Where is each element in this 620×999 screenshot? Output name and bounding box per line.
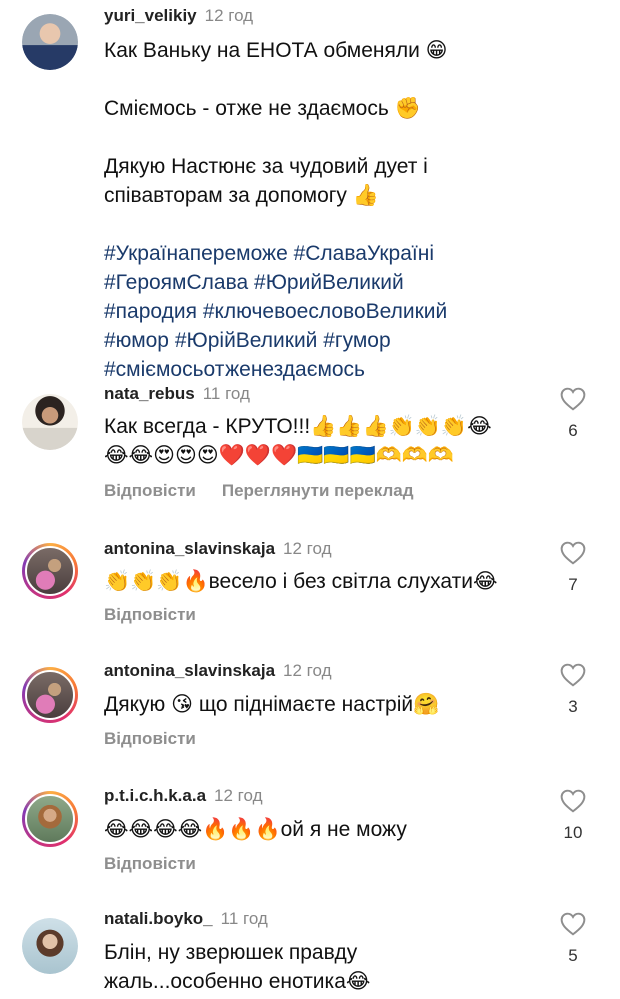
comment-text: Как всегда - КРУТО!!!👍👍👍👏👏👏😂 😂😂😍😍😍❤️❤️❤️…: [104, 412, 544, 470]
timestamp: 12 год: [283, 661, 332, 680]
comment-text: Блін, ну зверюшек правду жаль...особенно…: [104, 938, 544, 996]
comment-line: Как всегда - КРУТО!!!👍👍👍👏👏👏😂: [104, 415, 492, 438]
caption-text: Как Ваньку на ЕНОТА обменяли 😁 Сміємось …: [104, 36, 584, 384]
avatar[interactable]: [22, 791, 78, 847]
caption-line: співавторам за допомогу 👍: [104, 184, 379, 207]
comment-line: 😂😂😂😂🔥🔥🔥ой я не можу: [104, 818, 407, 841]
timestamp: 12 год: [214, 786, 263, 805]
username[interactable]: antonina_slavinskaja: [104, 539, 275, 558]
reply-button[interactable]: Відповісти: [104, 854, 196, 873]
username[interactable]: antonina_slavinskaja: [104, 661, 275, 680]
username[interactable]: yuri_velikiy: [104, 6, 197, 25]
reply-button[interactable]: Відповісти: [104, 729, 196, 748]
comment-item: antonina_slavinskaja 12 год 👏👏👏🔥весело і …: [0, 535, 620, 635]
like-button[interactable]: 7: [558, 541, 588, 595]
timestamp: 12 год: [283, 539, 332, 558]
hashtag-line[interactable]: #Українапереможе #СлаваУкраїні: [104, 239, 584, 268]
comment-item: p.t.i.c.h.k.a.a 12 год 😂😂😂😂🔥🔥🔥ой я не мож…: [0, 784, 620, 884]
like-button[interactable]: 3: [558, 663, 588, 717]
avatar[interactable]: [22, 667, 78, 723]
comment-line: 😂😂😍😍😍❤️❤️❤️🇺🇦🇺🇦🇺🇦🫶🫶🫶: [104, 444, 455, 467]
comment-line: Дякую 😘 що піднімаєте настрій🤗: [104, 693, 440, 716]
like-count: 7: [568, 575, 578, 594]
avatar[interactable]: [22, 14, 78, 70]
like-button[interactable]: 5: [558, 912, 588, 966]
comment-text: Дякую 😘 що піднімаєте настрій🤗: [104, 690, 544, 719]
hashtags: #Українапереможе #СлаваУкраїні #ГероямСл…: [104, 239, 584, 384]
caption-line: Как Ваньку на ЕНОТА обменяли 😁: [104, 39, 448, 62]
like-count: 5: [568, 946, 578, 965]
heart-outline-icon[interactable]: [560, 541, 586, 565]
comment-line: Блін, ну зверюшек правду: [104, 941, 358, 964]
caption-line: Дякую Настюнє за чудовий дует і: [104, 155, 428, 178]
caption-line: Сміємось - отже не здаємось ✊: [104, 97, 421, 120]
comment-actions: Відповісти: [104, 854, 196, 874]
timestamp: 11 год: [202, 384, 250, 403]
hashtag-line[interactable]: #юмор #ЮрійВеликий #гумор: [104, 326, 584, 355]
hashtag-line[interactable]: #пародия #ключевоесловоВеликий: [104, 297, 584, 326]
comment-text: 😂😂😂😂🔥🔥🔥ой я не можу: [104, 815, 544, 844]
comment-meta: yuri_velikiy 12 год: [104, 6, 253, 26]
like-count: 10: [563, 823, 583, 842]
avatar[interactable]: [22, 394, 78, 450]
avatar[interactable]: [22, 918, 78, 974]
heart-outline-icon[interactable]: [560, 912, 586, 936]
comment-text: 👏👏👏🔥весело і без світла слухати😂: [104, 567, 544, 596]
hashtag-line[interactable]: #ГероямСлава #ЮрийВеликий: [104, 268, 584, 297]
comment-meta: p.t.i.c.h.k.a.a 12 год: [104, 786, 263, 806]
comment-item: natali.boyko_ 11 год Блін, ну зверюшек пр…: [0, 908, 620, 999]
comment-line: жаль...особенно енотика😂: [104, 970, 371, 993]
like-count: 6: [568, 421, 578, 440]
see-translation-button[interactable]: Переглянути переклад: [222, 481, 414, 500]
like-button[interactable]: 6: [558, 387, 588, 441]
username[interactable]: p.t.i.c.h.k.a.a: [104, 786, 206, 805]
comment-line: 👏👏👏🔥весело і без світла слухати😂: [104, 570, 498, 593]
comment-actions: Відповісти: [104, 729, 196, 749]
timestamp: 11 год: [220, 909, 268, 928]
username[interactable]: natali.boyko_: [104, 909, 213, 928]
heart-outline-icon[interactable]: [560, 789, 586, 813]
comment-meta: antonina_slavinskaja 12 год: [104, 539, 332, 559]
reply-button[interactable]: Відповісти: [104, 605, 196, 624]
reply-button[interactable]: Відповісти: [104, 481, 196, 500]
username[interactable]: nata_rebus: [104, 384, 195, 403]
avatar[interactable]: [22, 543, 78, 599]
like-button[interactable]: 10: [558, 789, 588, 843]
comment-actions: Відповісти: [104, 605, 196, 625]
heart-outline-icon[interactable]: [560, 387, 586, 411]
comment-meta: natali.boyko_ 11 год: [104, 909, 268, 929]
comment-item: antonina_slavinskaja 12 год Дякую 😘 що пі…: [0, 659, 620, 759]
comment-meta: antonina_slavinskaja 12 год: [104, 661, 332, 681]
heart-outline-icon[interactable]: [560, 663, 586, 687]
post-caption: yuri_velikiy 12 год Как Ваньку на ЕНОТА о…: [0, 0, 620, 381]
comment-item: nata_rebus 11 год Как всегда - КРУТО!!!👍👍…: [0, 380, 620, 500]
like-count: 3: [568, 697, 578, 716]
timestamp: 12 год: [204, 6, 254, 25]
comment-meta: nata_rebus 11 год: [104, 384, 250, 404]
comment-actions: Відповісти Переглянути переклад: [104, 481, 414, 501]
